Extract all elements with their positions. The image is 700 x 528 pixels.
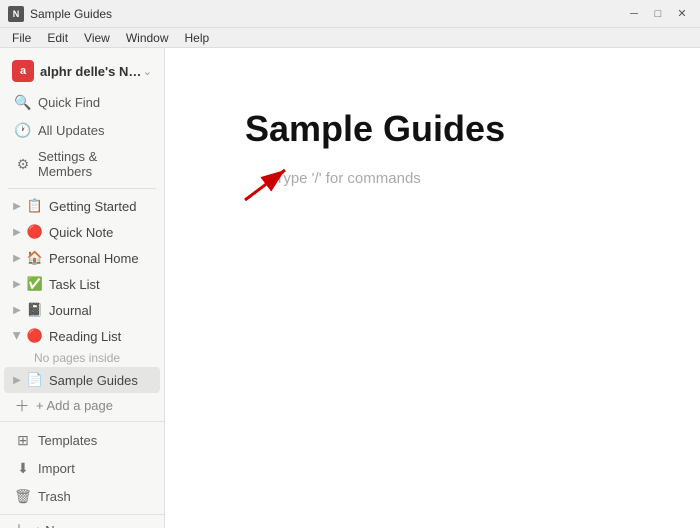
templates-label: Templates (38, 433, 97, 448)
placeholder-text: Type '/' for commands (275, 170, 421, 187)
new-page-button[interactable]: ＋ + New page (0, 514, 164, 528)
sidebar-item-settings[interactable]: ⚙ Settings & Members (4, 144, 160, 184)
workspace-selector[interactable]: a alphr delle's Notion ⌄ (4, 54, 160, 88)
chevron-right-icon: ▶ (10, 277, 24, 291)
main-content: Sample Guides Type '/' for commands (165, 48, 700, 528)
menu-window[interactable]: Window (118, 28, 177, 47)
sidebar-item-templates[interactable]: ⊞ Templates (4, 426, 160, 454)
workspace-chevron-icon: ⌄ (143, 65, 152, 78)
sidebar-item-trash[interactable]: 🗑 Trash (4, 482, 160, 510)
maximize-button[interactable]: □ (648, 4, 668, 24)
import-icon: ⬇ (14, 459, 32, 477)
placeholder-area[interactable]: Type '/' for commands (245, 170, 620, 187)
window-controls: ─ □ ✕ (624, 4, 692, 24)
page-item-personal-home[interactable]: ▶ 🏠 Personal Home (4, 245, 160, 271)
menu-edit[interactable]: Edit (39, 28, 76, 47)
page-item-task-list[interactable]: ▶ ✅ Task List (4, 271, 160, 297)
page-item-sample-guides[interactable]: ▶ 📄 Sample Guides (4, 367, 160, 393)
chevron-right-icon: ▶ (10, 373, 24, 387)
journal-label: Journal (49, 303, 156, 318)
add-page-button[interactable]: ＋ + Add a page (4, 393, 160, 417)
sidebar-bottom: ⊞ Templates ⬇ Import 🗑 Trash (0, 421, 164, 514)
arrow-indicator (235, 162, 295, 205)
chevron-right-icon: ▶ (10, 225, 24, 239)
search-icon: 🔍 (14, 93, 32, 111)
quick-note-label: Quick Note (49, 225, 156, 240)
sidebar: a alphr delle's Notion ⌄ 🔍 Quick Find 🕐 … (0, 48, 165, 528)
journal-icon: 📓 (26, 301, 44, 319)
add-page-label: + Add a page (36, 398, 113, 413)
import-label: Import (38, 461, 75, 476)
menu-bar: File Edit View Window Help (0, 28, 700, 48)
task-list-icon: ✅ (26, 275, 44, 293)
personal-home-icon: 🏠 (26, 249, 44, 267)
getting-started-label: Getting Started (49, 199, 156, 214)
minimize-button[interactable]: ─ (624, 4, 644, 24)
all-updates-label: All Updates (38, 123, 104, 138)
menu-file[interactable]: File (4, 28, 39, 47)
plus-icon: ＋ (14, 397, 30, 413)
settings-icon: ⚙ (14, 155, 32, 173)
sidebar-item-all-updates[interactable]: 🕐 All Updates (4, 116, 160, 144)
title-bar: N Sample Guides ─ □ ✕ (0, 0, 700, 28)
sidebar-item-import[interactable]: ⬇ Import (4, 454, 160, 482)
new-page-icon: ＋ (10, 521, 28, 528)
sidebar-item-quick-find[interactable]: 🔍 Quick Find (4, 88, 160, 116)
task-list-label: Task List (49, 277, 156, 292)
clock-icon: 🕐 (14, 121, 32, 139)
menu-view[interactable]: View (76, 28, 118, 47)
page-item-journal[interactable]: ▶ 📓 Journal (4, 297, 160, 323)
chevron-down-icon: ▶ (10, 329, 24, 343)
settings-label: Settings & Members (38, 149, 150, 179)
trash-icon: 🗑 (14, 487, 32, 505)
templates-icon: ⊞ (14, 431, 32, 449)
sample-guides-label: Sample Guides (49, 373, 156, 388)
page-item-reading-list[interactable]: ▶ 🔴 Reading List (4, 323, 160, 349)
workspace-name: alphr delle's Notion (40, 64, 143, 79)
menu-help[interactable]: Help (177, 28, 218, 47)
sidebar-divider-1 (8, 188, 156, 189)
personal-home-label: Personal Home (49, 251, 156, 266)
sample-guides-icon: 📄 (26, 371, 44, 389)
page-item-getting-started[interactable]: ▶ 📋 Getting Started (4, 193, 160, 219)
chevron-right-icon: ▶ (10, 251, 24, 265)
reading-list-icon: 🔴 (26, 327, 44, 345)
window-title: Sample Guides (30, 7, 624, 21)
sidebar-top: a alphr delle's Notion ⌄ 🔍 Quick Find 🕐 … (0, 48, 164, 421)
close-button[interactable]: ✕ (672, 4, 692, 24)
quick-find-label: Quick Find (38, 95, 100, 110)
page-title: Sample Guides (245, 108, 620, 150)
page-item-quick-note[interactable]: ▶ 🔴 Quick Note (4, 219, 160, 245)
reading-list-label: Reading List (49, 329, 156, 344)
chevron-right-icon: ▶ (10, 303, 24, 317)
app-body: a alphr delle's Notion ⌄ 🔍 Quick Find 🕐 … (0, 48, 700, 528)
workspace-avatar: a (12, 60, 34, 82)
page-area: Sample Guides Type '/' for commands (165, 48, 700, 528)
app-icon: N (8, 6, 24, 22)
new-page-label: + New page (34, 523, 104, 528)
chevron-right-icon: ▶ (10, 199, 24, 213)
no-pages-inside: No pages inside (0, 349, 164, 367)
trash-label: Trash (38, 489, 71, 504)
getting-started-icon: 📋 (26, 197, 44, 215)
quick-note-icon: 🔴 (26, 223, 44, 241)
